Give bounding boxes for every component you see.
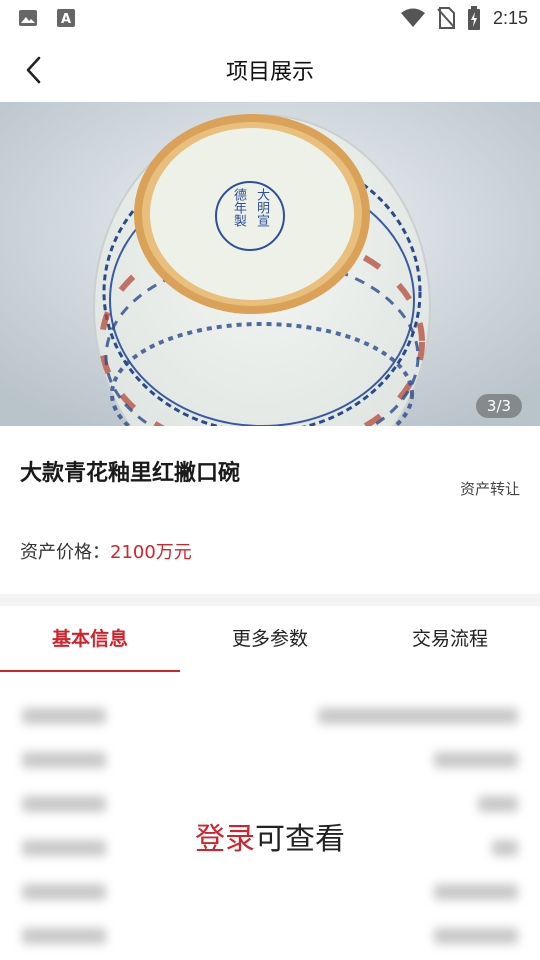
page-title: 项目展示 bbox=[225, 60, 314, 85]
status-bar: A 2:15 bbox=[0, 0, 540, 36]
login-prompt-text: 可查看 bbox=[255, 822, 345, 857]
price-label: 资产价格： bbox=[20, 542, 110, 563]
blurred-label bbox=[22, 884, 106, 900]
tab-more-params[interactable]: 更多参数 bbox=[180, 606, 360, 672]
section-divider bbox=[0, 594, 540, 606]
wifi-icon bbox=[400, 8, 425, 27]
blurred-value bbox=[434, 884, 518, 900]
battery-charging-icon bbox=[467, 6, 480, 30]
blurred-label bbox=[22, 796, 106, 812]
blurred-row bbox=[0, 694, 540, 738]
blurred-row bbox=[0, 738, 540, 782]
porcelain-bowl-image bbox=[0, 102, 540, 426]
status-left-icons: A bbox=[18, 8, 76, 28]
tab-trade-process[interactable]: 交易流程 bbox=[360, 606, 540, 672]
reign-mark: 大明宣 德年製 bbox=[222, 188, 278, 244]
blurred-label bbox=[22, 928, 106, 944]
login-link[interactable]: 登录 bbox=[195, 822, 255, 857]
blurred-value bbox=[318, 708, 518, 724]
blurred-value bbox=[478, 796, 518, 812]
blurred-value bbox=[434, 752, 518, 768]
item-title: 大款青花釉里红撇口碗 bbox=[20, 461, 241, 486]
price-value: 2100万元 bbox=[110, 542, 192, 563]
status-time: 2:15 bbox=[492, 7, 528, 28]
blurred-label bbox=[22, 752, 106, 768]
reign-mark-line-1: 大明宣 bbox=[254, 188, 269, 227]
tab-basic-info[interactable]: 基本信息 bbox=[0, 606, 180, 672]
image-icon bbox=[19, 10, 37, 26]
blurred-row bbox=[0, 914, 540, 958]
tab-bar: 基本信息 更多参数 交易流程 bbox=[0, 606, 540, 672]
image-counter: 3/3 bbox=[476, 394, 522, 418]
blurred-value bbox=[434, 928, 518, 944]
login-prompt: 登录可查看 bbox=[0, 814, 540, 858]
item-info: 大款青花釉里红撇口碗 资产转让 资产价格：2100万元 bbox=[0, 426, 540, 594]
svg-text:A: A bbox=[61, 12, 71, 27]
image-gallery[interactable]: 大明宣 德年製 3/3 bbox=[0, 102, 540, 426]
font-icon: A bbox=[57, 9, 75, 27]
reign-mark-line-2: 德年製 bbox=[231, 188, 246, 227]
no-sim-icon bbox=[437, 7, 455, 29]
app-header: 项目展示 bbox=[0, 36, 540, 102]
status-right-icons: 2:15 bbox=[400, 6, 528, 30]
blurred-row bbox=[0, 870, 540, 914]
blurred-label bbox=[22, 708, 106, 724]
item-type-tag: 资产转让 bbox=[459, 480, 520, 498]
price-row: 资产价格：2100万元 bbox=[20, 538, 192, 564]
